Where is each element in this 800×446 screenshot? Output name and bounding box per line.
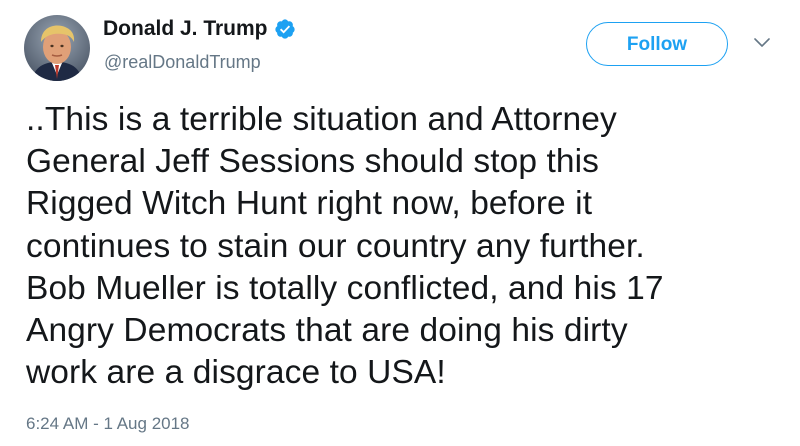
chevron-down-icon[interactable] [752,36,772,50]
follow-button[interactable]: Follow [586,22,728,66]
author-name[interactable]: Donald J. Trump [103,17,296,41]
tweet-text: ..This is a terrible situation and Attor… [26,101,664,392]
tweet-timestamp[interactable]: 6:24 AM - 1 Aug 2018 [26,414,190,434]
tweet-card: Donald J. Trump @realDonaldTrump Follow … [0,0,800,446]
author-handle[interactable]: @realDonaldTrump [104,52,261,73]
profile-photo-icon [24,15,90,81]
verified-badge-icon [274,19,295,39]
display-name-text: Donald J. Trump [103,17,268,40]
avatar[interactable] [24,15,90,81]
